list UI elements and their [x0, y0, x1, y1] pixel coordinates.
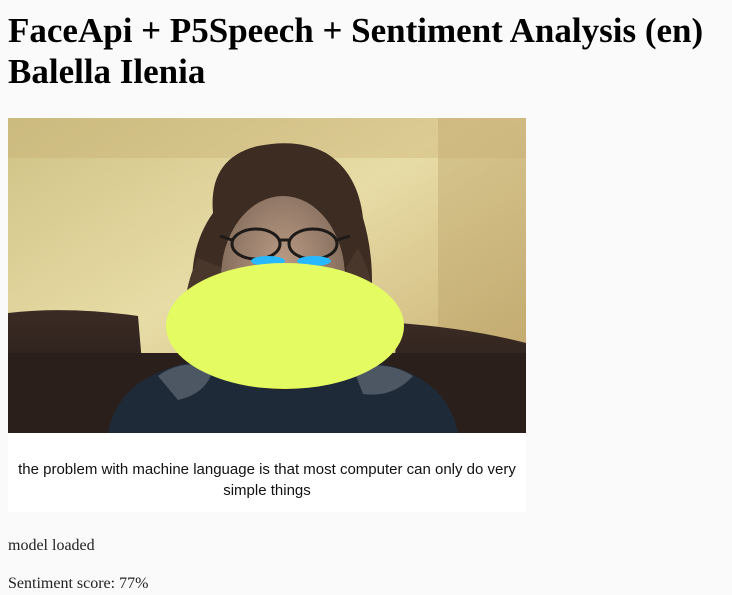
mouth-overlay	[166, 263, 404, 389]
model-status: model loaded	[8, 537, 95, 554]
speech-transcript: the problem with machine language is tha…	[8, 433, 526, 512]
page-title-line-1: FaceApi + P5Speech + Sentiment Analysis …	[8, 11, 704, 50]
webcam-frame	[8, 118, 526, 433]
page-title-line-2: Balella Ilenia	[8, 52, 206, 91]
sentiment-label: Sentiment score:	[8, 575, 116, 592]
sentiment-value: 77%	[119, 575, 149, 592]
webcam-canvas	[8, 118, 526, 433]
sentiment-score: Sentiment score: 77%	[8, 574, 148, 594]
page-title: FaceApi + P5Speech + Sentiment Analysis …	[8, 10, 732, 92]
